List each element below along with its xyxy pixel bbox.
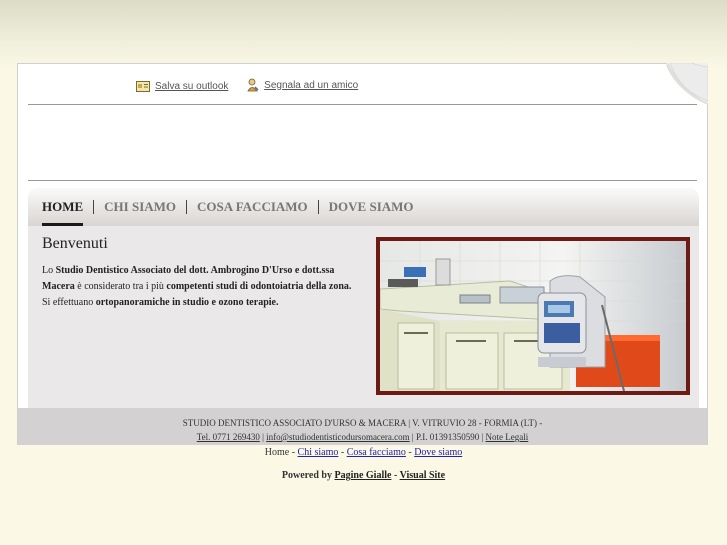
footer-contacts: Tel. 0771 269430 | info@studiodentistico…: [18, 430, 707, 444]
recommend-friend-link[interactable]: Segnala ad un amico: [247, 78, 358, 92]
header-divider-bottom: [28, 180, 697, 181]
header-divider-top: [28, 104, 697, 105]
bottom-nav-dove-siamo[interactable]: Dove siamo: [414, 447, 462, 458]
bottom-nav-home[interactable]: Home: [265, 447, 289, 458]
competence-text: competenti studi di odontoiatria della z…: [166, 281, 352, 292]
welcome-text-part: Si effettuano: [42, 297, 96, 308]
welcome-text-part: Lo: [42, 265, 56, 276]
nav-item-cosa-facciamo[interactable]: COSA FACCIAMO: [187, 199, 318, 215]
recommend-friend-label: Segnala ad un amico: [264, 79, 359, 91]
clinic-photo: [376, 237, 690, 395]
person-icon: [247, 78, 259, 92]
nav-item-home[interactable]: HOME: [42, 199, 93, 227]
welcome-title: Benvenuti: [42, 235, 108, 252]
services-text: ortopanoramiche in studio e ozono terapi…: [95, 297, 279, 308]
powered-by: Powered by Pagine Gialle - Visual Site: [0, 470, 727, 481]
bottom-nav-cosa-facciamo[interactable]: Cosa facciamo: [347, 447, 406, 458]
main-nav: HOME CHI SIAMO COSA FACCIAMO DOVE SIAMO: [28, 188, 699, 227]
page-curl-decoration: [666, 63, 708, 105]
footer: STUDIO DENTISTICO ASSOCIATO D'URSO & MAC…: [18, 408, 707, 445]
footer-vat: | P.I. 01391350590 |: [409, 432, 486, 442]
bottom-nav-chi-siamo[interactable]: Chi siamo: [298, 447, 339, 458]
nav-item-dove-siamo[interactable]: DOVE SIAMO: [319, 199, 424, 215]
bottom-nav: Home - Chi siamo - Cosa facciamo - Dove …: [0, 447, 727, 458]
save-outlook-label: Salva su outlook: [155, 81, 229, 92]
pagine-gialle-link[interactable]: Pagine Gialle: [335, 470, 392, 481]
footer-email-link[interactable]: info@studiodentisticodursomacera.com: [266, 432, 410, 442]
footer-phone-link[interactable]: Tel. 0771 269430: [197, 432, 260, 442]
footer-legal-link[interactable]: Note Legali: [486, 432, 529, 442]
welcome-text-part: è considerato tra i più: [74, 281, 167, 292]
top-links-bar: Salva su outlook Segnala ad un amico: [136, 78, 374, 94]
welcome-text: Lo Studio Dentistico Associato del dott.…: [42, 263, 362, 311]
save-outlook-link[interactable]: Salva su outlook: [136, 81, 228, 92]
clinic-photo-image: [380, 241, 686, 391]
main-content: Benvenuti Lo Studio Dentistico Associato…: [28, 226, 699, 408]
visual-site-link[interactable]: Visual Site: [400, 470, 445, 481]
footer-address: STUDIO DENTISTICO ASSOCIATO D'URSO & MAC…: [182, 418, 543, 428]
nav-item-chi-siamo[interactable]: CHI SIAMO: [94, 199, 186, 215]
page-container: Salva su outlook Segnala ad un amico HOM…: [17, 63, 708, 445]
powered-by-label: Powered by: [281, 470, 332, 481]
outlook-icon: [136, 81, 150, 92]
